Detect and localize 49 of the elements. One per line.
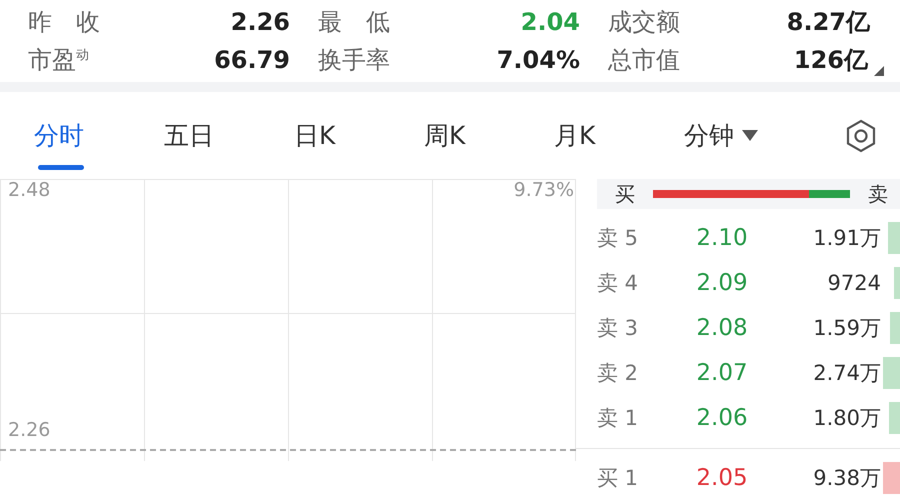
chart-tab[interactable]: 分钟 — [678, 99, 808, 172]
volume-bar — [888, 402, 900, 434]
stat-label: 市盈$^{动}$ — [28, 45, 89, 76]
chart-tab[interactable]: 周K — [418, 99, 548, 172]
expand-icon[interactable] — [874, 66, 884, 76]
stat-value: 2.04 — [520, 8, 580, 36]
volume-bar — [888, 222, 900, 254]
order-volume: 9724 — [826, 270, 881, 294]
order-volume: 1.80万 — [812, 404, 881, 432]
sell-label: 卖 — [868, 180, 888, 208]
stat-value: 66.79 — [214, 46, 290, 74]
order-volume: 1.59万 — [812, 314, 881, 342]
order-level-label: 卖 5 — [597, 224, 640, 252]
price-axis-label: 2.26 — [8, 419, 50, 441]
chart-tab[interactable]: 五日 — [158, 99, 288, 172]
order-price: 2.09 — [695, 270, 749, 296]
order-price: 2.07 — [695, 360, 749, 386]
order-price: 2.06 — [695, 404, 749, 430]
buy-label: 买 — [615, 180, 635, 208]
stat-value: 7.04% — [496, 46, 580, 74]
chart-tab[interactable]: 日K — [288, 99, 418, 172]
stat-label: 最 低 — [318, 7, 390, 38]
chart-tab[interactable]: 月K — [548, 99, 678, 172]
volume-bar — [894, 266, 900, 298]
order-price: 2.10 — [695, 224, 749, 250]
settings-icon[interactable] — [844, 118, 878, 153]
price-axis-label: 2.48 — [8, 179, 50, 201]
stat-label: 昨 收 — [28, 7, 100, 38]
volume-bar — [883, 356, 900, 388]
stat-value: 2.26 — [230, 8, 290, 36]
order-volume: 1.91万 — [812, 224, 881, 252]
order-level-label: 卖 3 — [597, 314, 640, 342]
order-level-label: 卖 4 — [597, 270, 640, 296]
order-volume: 2.74万 — [812, 360, 881, 386]
volume-bar — [890, 312, 900, 344]
chart-tab[interactable]: 分时 — [28, 99, 158, 172]
percent-axis-label: 9.73% — [514, 179, 574, 201]
order-price: 2.08 — [695, 314, 749, 340]
order-level-label: 卖 2 — [597, 360, 640, 386]
volume-bar — [883, 462, 900, 494]
stat-value: 126亿 — [794, 45, 868, 76]
order-level-label: 卖 1 — [597, 404, 640, 432]
stat-label: 换手率 — [318, 45, 390, 76]
order-price: 2.05 — [695, 464, 749, 490]
order-level-label: 买 1 — [597, 464, 640, 492]
stat-label: 总市值 — [608, 45, 680, 76]
stat-value: 8.27亿 — [786, 7, 870, 38]
order-volume: 9.38万 — [812, 464, 881, 492]
stat-label: 成交额 — [608, 7, 680, 38]
